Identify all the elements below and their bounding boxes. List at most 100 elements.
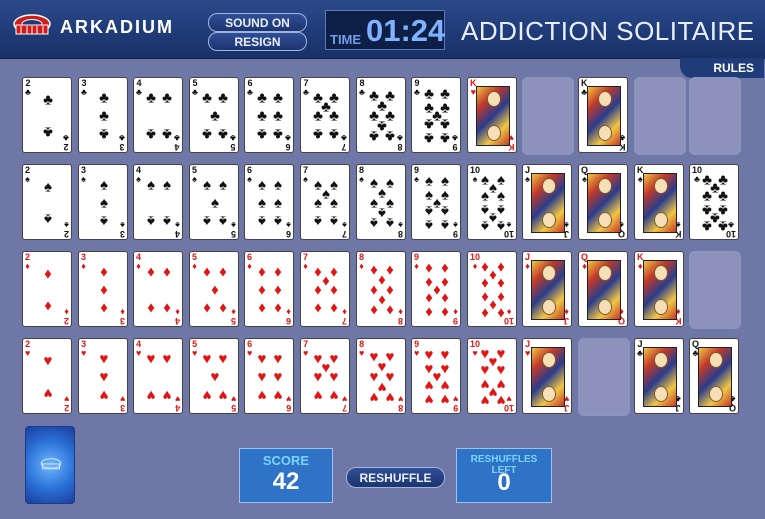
timer-display: TIME 01:24	[325, 10, 445, 50]
suit-pip-icon: ♥	[424, 390, 434, 408]
playing-card[interactable]: 5 ♠ 5 ♠ ♠ ♠ ♠ ♠ ♠	[189, 164, 239, 240]
suit-pip-icon: ♠	[386, 174, 394, 192]
playing-card[interactable]: 6 ♠ 6 ♠ ♠ ♠ ♠ ♠ ♠ ♠	[244, 164, 294, 240]
playing-card[interactable]: 8 ♣ 8 ♣ ♣ ♣ ♣ ♣ ♣ ♣ ♣ ♣	[356, 77, 406, 153]
playing-card[interactable]: 3 ♥ 3 ♥ ♥ ♥ ♥	[78, 338, 128, 414]
sound-toggle-button[interactable]: SOUND ON	[208, 13, 307, 32]
playing-card[interactable]: 5 ♦ 5 ♦ ♦ ♦ ♦ ♦ ♦	[189, 251, 239, 327]
playing-card[interactable]: Q ♣ Q ♣	[689, 338, 739, 414]
playing-card[interactable]: 2 ♥ 2 ♥ ♥ ♥	[22, 338, 72, 414]
header-bar: ARKADIUM SOUND ON RESIGN TIME 01:24 ADDI…	[0, 0, 765, 59]
portrait-head	[542, 299, 556, 315]
card-corner-index: 10 ♥	[503, 394, 514, 413]
playing-card[interactable]: 9 ♠ 9 ♠ ♠ ♠ ♠ ♠ ♠ ♠ ♠ ♠ ♠	[411, 164, 461, 240]
playing-card[interactable]: 10 ♥ 10 ♥ ♥ ♥ ♥ ♥ ♥ ♥ ♥ ♥ ♥ ♥	[467, 338, 517, 414]
suit-pip-icon: ♦	[274, 263, 282, 281]
rules-button[interactable]: RULES	[680, 58, 764, 78]
card-corner-index: 7 ♥	[303, 339, 309, 358]
card-corner-index: J ♦	[525, 252, 531, 271]
draw-deck[interactable]	[25, 426, 75, 504]
playing-card[interactable]: 10 ♦ 10 ♦ ♦ ♦ ♦ ♦ ♦ ♦ ♦ ♦ ♦ ♦	[467, 251, 517, 327]
playing-card[interactable]: 3 ♣ 3 ♣ ♣ ♣ ♣	[78, 77, 128, 153]
suit-pip-icon: ♦	[314, 299, 322, 317]
empty-slot[interactable]	[578, 338, 630, 416]
suit-pip-icon: ♥	[257, 386, 267, 404]
card-corner-index: 8 ♦	[397, 307, 403, 326]
suit-pip-icon: ♥	[218, 386, 228, 404]
suit-pip-icon: ♠	[370, 214, 378, 232]
suit-pip-icon: ♠	[219, 176, 227, 194]
playing-card[interactable]: Q ♠ Q ♠	[578, 164, 628, 240]
playing-card[interactable]: 2 ♠ 2 ♠ ♠ ♠	[22, 164, 72, 240]
playing-card[interactable]: 7 ♣ 7 ♣ ♣ ♣ ♣ ♣ ♣ ♣ ♣	[300, 77, 350, 153]
suit-pip-icon: ♠	[211, 194, 219, 212]
suit-pip-icon: ♦	[386, 301, 394, 319]
playing-card[interactable]: 6 ♥ 6 ♥ ♥ ♥ ♥ ♥ ♥ ♥	[244, 338, 294, 414]
playing-card[interactable]: 2 ♦ 2 ♦ ♦ ♦	[22, 251, 72, 327]
suit-pip-icon: ♥	[99, 368, 109, 386]
playing-card[interactable]: 9 ♥ 9 ♥ ♥ ♥ ♥ ♥ ♥ ♥ ♥ ♥ ♥	[411, 338, 461, 414]
brand-name: ARKADIUM	[60, 16, 174, 37]
suit-pip-icon: ♣	[273, 89, 283, 107]
playing-card[interactable]: 3 ♦ 3 ♦ ♦ ♦ ♦	[78, 251, 128, 327]
playing-card[interactable]: 3 ♠ 3 ♠ ♠ ♠ ♠	[78, 164, 128, 240]
empty-slot[interactable]	[689, 77, 741, 155]
card-corner-index: 9 ♦	[414, 252, 420, 271]
playing-card[interactable]: 4 ♠ 4 ♠ ♠ ♠ ♠ ♠	[133, 164, 183, 240]
card-corner-index: 6 ♦	[285, 307, 291, 326]
playing-card[interactable]: K ♦ K ♦	[634, 251, 684, 327]
playing-card[interactable]: 5 ♣ 5 ♣ ♣ ♣ ♣ ♣ ♣	[189, 77, 239, 153]
playing-card[interactable]: 9 ♣ 9 ♣ ♣ ♣ ♣ ♣ ♣ ♣ ♣ ♣ ♣	[411, 77, 461, 153]
playing-card[interactable]: 2 ♣ 2 ♣ ♣ ♣	[22, 77, 72, 153]
brand-logo[interactable]: ARKADIUM	[12, 12, 174, 42]
card-corner-index: 9 ♣	[452, 133, 458, 152]
suit-pip-icon: ♦	[203, 299, 211, 317]
playing-card[interactable]: 4 ♦ 4 ♦ ♦ ♦ ♦ ♦	[133, 251, 183, 327]
card-corner-index: 2 ♣	[25, 78, 31, 97]
card-corner-index: 4 ♥	[174, 394, 180, 413]
playing-card[interactable]: 8 ♠ 8 ♠ ♠ ♠ ♠ ♠ ♠ ♠ ♠ ♠	[356, 164, 406, 240]
playing-card[interactable]: K ♣ K ♣	[578, 77, 628, 153]
playing-card[interactable]: 8 ♦ 8 ♦ ♦ ♦ ♦ ♦ ♦ ♦ ♦ ♦	[356, 251, 406, 327]
playing-card[interactable]: J ♠ J ♠	[522, 164, 572, 240]
suit-pip-icon: ♥	[480, 391, 490, 409]
playing-card[interactable]: 4 ♥ 4 ♥ ♥ ♥ ♥ ♥	[133, 338, 183, 414]
playing-card[interactable]: K ♥ K ♥	[467, 77, 517, 153]
playing-card[interactable]: J ♦ J ♦	[522, 251, 572, 327]
playing-card[interactable]: 5 ♥ 5 ♥ ♥ ♥ ♥ ♥ ♥	[189, 338, 239, 414]
suit-pip-icon: ♥	[162, 350, 172, 368]
suit-pip-icon: ♥	[385, 348, 395, 366]
card-corner-index: 8 ♠	[397, 220, 403, 239]
suit-pip-icon: ♥	[43, 384, 53, 402]
empty-slot[interactable]	[634, 77, 686, 155]
card-corner-index: 3 ♠	[119, 220, 125, 239]
playing-card[interactable]: 9 ♦ 9 ♦ ♦ ♦ ♦ ♦ ♦ ♦ ♦ ♦ ♦	[411, 251, 461, 327]
playing-card[interactable]: 8 ♥ 8 ♥ ♥ ♥ ♥ ♥ ♥ ♥ ♥ ♥	[356, 338, 406, 414]
playing-card[interactable]: 10 ♠ 10 ♠ ♠ ♠ ♠ ♠ ♠ ♠ ♠ ♠ ♠ ♠	[467, 164, 517, 240]
playing-card[interactable]: 6 ♣ 6 ♣ ♣ ♣ ♣ ♣ ♣ ♣	[244, 77, 294, 153]
reshuffle-button[interactable]: RESHUFFLE	[346, 467, 445, 488]
playing-card[interactable]: Q ♦ Q ♦	[578, 251, 628, 327]
suit-pip-icon: ♦	[330, 299, 338, 317]
suit-pip-icon: ♥	[385, 368, 395, 386]
playing-card[interactable]: 6 ♦ 6 ♦ ♦ ♦ ♦ ♦ ♦ ♦	[244, 251, 294, 327]
card-corner-index: 2 ♦	[63, 307, 69, 326]
playing-card[interactable]: K ♠ K ♠	[634, 164, 684, 240]
playing-card[interactable]: 7 ♠ 7 ♠ ♠ ♠ ♠ ♠ ♠ ♠ ♠	[300, 164, 350, 240]
card-corner-index: 8 ♥	[397, 394, 403, 413]
playing-card[interactable]: 7 ♦ 7 ♦ ♦ ♦ ♦ ♦ ♦ ♦ ♦	[300, 251, 350, 327]
playing-card[interactable]: J ♣ J ♣	[634, 338, 684, 414]
court-card-portrait	[587, 173, 621, 233]
arena-logo-icon	[13, 14, 51, 35]
playing-card[interactable]: 7 ♥ 7 ♥ ♥ ♥ ♥ ♥ ♥ ♥ ♥	[300, 338, 350, 414]
empty-slot[interactable]	[689, 251, 741, 329]
empty-slot[interactable]	[522, 77, 574, 155]
suit-pip-icon: ♦	[258, 299, 266, 317]
resign-button[interactable]: RESIGN	[208, 32, 307, 51]
suit-pip-icon: ♦	[497, 258, 505, 276]
suit-pip-icon: ♠	[378, 184, 386, 202]
playing-card[interactable]: 4 ♣ 4 ♣ ♣ ♣ ♣ ♣	[133, 77, 183, 153]
playing-card[interactable]: J ♥ J ♥	[522, 338, 572, 414]
suit-pip-icon: ♦	[370, 301, 378, 319]
playing-card[interactable]: 10 ♣ 10 ♣ ♣ ♣ ♣ ♣ ♣ ♣ ♣ ♣ ♣ ♣	[689, 164, 739, 240]
